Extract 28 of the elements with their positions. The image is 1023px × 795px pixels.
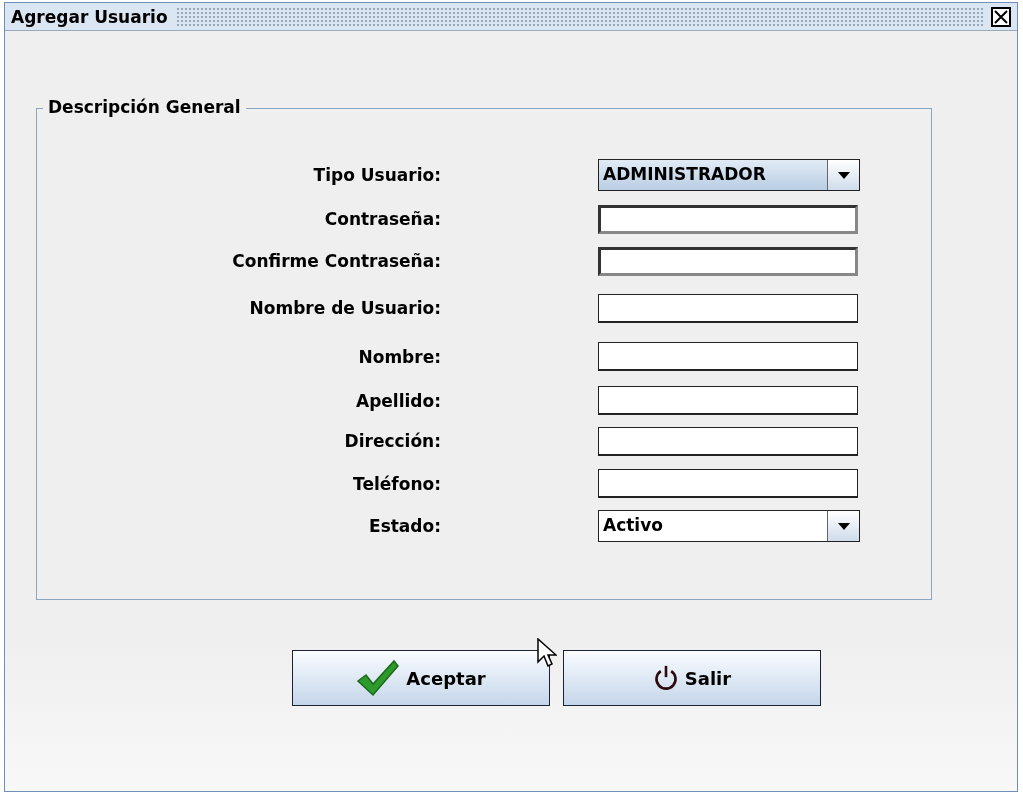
field-label: Nombre de Usuario: <box>248 298 441 318</box>
password-field[interactable] <box>598 246 858 276</box>
input-field[interactable] <box>598 293 858 323</box>
group-title: Descripción General <box>43 97 246 117</box>
input-field[interactable] <box>598 342 858 371</box>
dropdown[interactable]: Activo <box>598 510 860 542</box>
close-icon[interactable] <box>991 6 1011 27</box>
input-field[interactable] <box>598 469 858 498</box>
input-field[interactable] <box>598 426 858 456</box>
cursor-icon <box>537 638 557 668</box>
field-label: Dirección: <box>343 431 441 451</box>
checkmark-icon <box>356 659 401 697</box>
field-label: Apellido: <box>355 390 441 411</box>
dropdown[interactable]: ADMINISTRADOR <box>598 159 860 191</box>
caret-icon <box>837 171 850 179</box>
field-label: Tipo Usuario: <box>312 165 441 185</box>
password-field[interactable] <box>598 204 858 234</box>
accept-button[interactable]: Aceptar <box>292 650 550 706</box>
field-label: Nombre: <box>357 346 441 367</box>
caret-icon <box>837 522 850 530</box>
field-label: Contraseña: <box>323 209 441 229</box>
field-label: Estado: <box>368 516 441 536</box>
exit-button[interactable]: Salir <box>563 650 821 706</box>
field-label: Confirme Contraseña: <box>231 251 441 271</box>
power-icon <box>652 665 679 691</box>
field-label: Teléfono: <box>352 473 441 494</box>
window-title: Agregar Usuario <box>11 6 168 27</box>
input-field[interactable] <box>598 386 858 415</box>
